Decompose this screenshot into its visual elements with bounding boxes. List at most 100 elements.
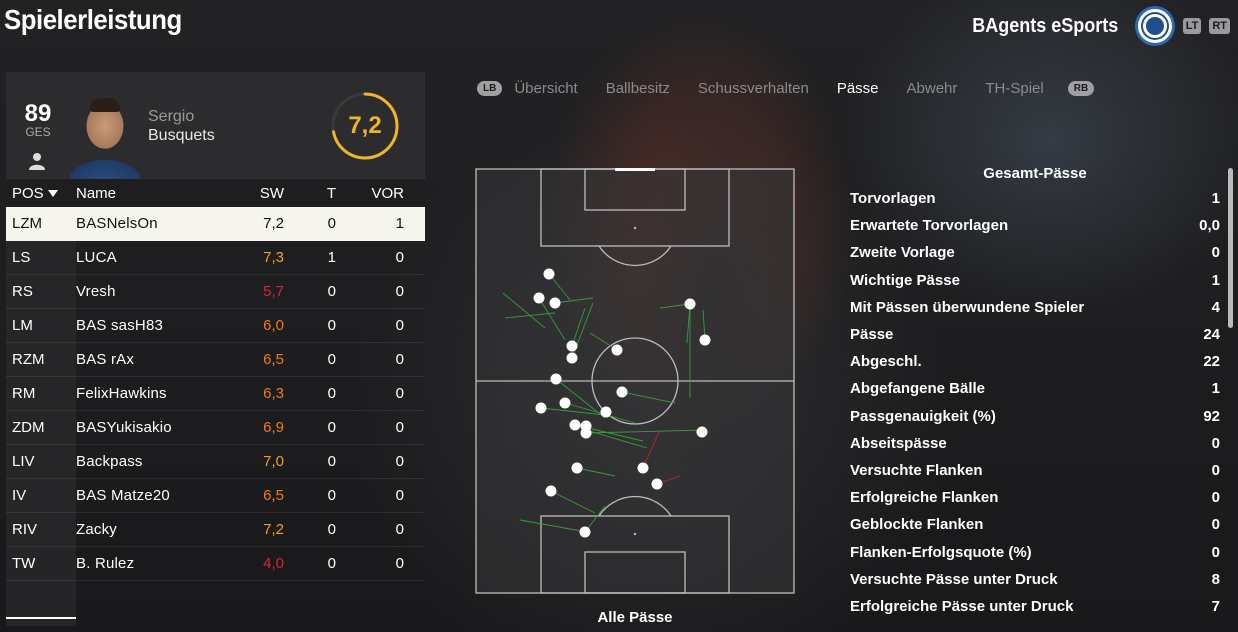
stat-value: 0 <box>1211 461 1220 479</box>
rb-button[interactable]: RB <box>1067 81 1095 96</box>
table-row[interactable]: RIV Zacky 7,2 0 0 <box>6 513 425 547</box>
stat-label: Versuchte Pässe unter Druck <box>850 570 1058 588</box>
row-goals: 0 <box>327 283 336 300</box>
stat-value: 4 <box>1211 298 1220 316</box>
row-rating: 6,0 <box>263 317 284 334</box>
row-assists: 0 <box>395 385 404 402</box>
stat-row: Mit Pässen überwundene Spieler 4 <box>846 294 1224 321</box>
stat-row: Wichtige Pässe 1 <box>846 267 1224 294</box>
row-pos: RZM <box>12 351 45 368</box>
table-row[interactable]: RS Vresh 5,7 0 0 <box>6 275 425 309</box>
overall-value: 89 <box>24 100 52 127</box>
row-name: BASYukisakio <box>76 419 172 436</box>
stat-label: Versuchte Flanken <box>850 461 983 479</box>
stat-value: 92 <box>1203 407 1220 425</box>
player-panel: 89 GES Sergio Busquets 7,2 POS Name SW T… <box>6 72 425 632</box>
row-rating: 4,0 <box>263 555 284 572</box>
row-goals: 0 <box>327 487 336 504</box>
row-assists: 0 <box>395 249 404 266</box>
table-row[interactable]: RZM BAS rAx 6,5 0 0 <box>6 343 425 377</box>
row-pos: LZM <box>12 215 42 232</box>
row-pos: TW <box>12 555 36 572</box>
overall-rating: 89 GES <box>20 100 56 139</box>
row-name: BASNelsOn <box>76 215 158 232</box>
lb-button[interactable]: LB <box>477 81 503 96</box>
match-rating: 7,2 <box>348 112 382 139</box>
row-rating: 6,5 <box>263 487 284 504</box>
tab-schussverhalten[interactable]: Schussverhalten <box>698 80 809 97</box>
table-row[interactable]: RM FelixHawkins 6,3 0 0 <box>6 377 425 411</box>
row-goals: 0 <box>327 351 336 368</box>
stat-label: Erfolgreiche Flanken <box>850 489 999 507</box>
sort-down-icon <box>47 190 58 198</box>
tab-ballbesitz[interactable]: Ballbesitz <box>606 80 670 97</box>
stat-value: 1 <box>1211 380 1220 398</box>
player-first-name: Sergio <box>148 108 195 125</box>
lt-button[interactable]: LT <box>1182 18 1202 34</box>
stat-label: Abgefangene Bälle <box>850 380 986 398</box>
row-rating: 7,2 <box>263 215 284 232</box>
stat-value: 1 <box>1211 190 1220 208</box>
table-row[interactable]: LS LUCA 7,3 1 0 <box>6 241 425 275</box>
header-pos[interactable]: POS <box>6 185 76 202</box>
table-row[interactable]: LM BAS sasH83 6,0 0 0 <box>6 309 425 343</box>
table-row[interactable]: IV BAS Matze20 6,5 0 0 <box>6 479 425 513</box>
table-row[interactable]: LIV Backpass 7,0 0 0 <box>6 445 425 479</box>
stat-value: 0 <box>1211 489 1220 507</box>
page-title: Spielerleistung <box>4 4 182 35</box>
row-goals: 1 <box>327 249 336 266</box>
row-assists: 0 <box>395 351 404 368</box>
stats-scrollbar[interactable] <box>1228 168 1233 328</box>
tab-th-spiel[interactable]: TH-Spiel <box>985 80 1043 97</box>
stat-value: 8 <box>1211 570 1220 588</box>
row-rating: 5,7 <box>263 283 284 300</box>
stat-label: Mit Pässen überwundene Spieler <box>850 298 1085 316</box>
stat-value: 0 <box>1211 434 1220 452</box>
tab-paesse[interactable]: Pässe <box>837 80 879 97</box>
row-name: BAS rAx <box>76 351 135 368</box>
stat-row: Flanken-Erfolgsquote (%) 0 <box>846 538 1224 565</box>
stat-label: Passgenauigkeit (%) <box>850 407 996 425</box>
rt-button[interactable]: RT <box>1209 18 1230 34</box>
team-area: BAgents eSports LT RT <box>956 6 1230 46</box>
stat-value: 0 <box>1211 516 1220 534</box>
header-vor[interactable]: VOR <box>358 185 412 202</box>
row-pos: RS <box>12 283 33 300</box>
stat-label: Erwartete Torvorlagen <box>850 217 1009 235</box>
row-pos: LS <box>12 249 31 266</box>
header-name[interactable]: Name <box>76 185 236 202</box>
row-goals: 0 <box>327 419 336 436</box>
row-rating: 7,2 <box>263 521 284 538</box>
overall-label: GES <box>25 125 51 139</box>
row-rating: 7,3 <box>263 249 284 266</box>
row-pos: LIV <box>12 453 35 470</box>
stat-row: Passgenauigkeit (%) 92 <box>846 403 1224 430</box>
team-crest-icon <box>1134 6 1175 46</box>
row-rating: 7,0 <box>263 453 284 470</box>
row-goals: 0 <box>327 521 336 538</box>
header-sw[interactable]: SW <box>236 185 284 202</box>
stat-label: Erfolgreiche Pässe unter Druck <box>850 597 1074 615</box>
stat-row: Erfolgreiche Flanken 0 <box>846 484 1224 511</box>
table-row[interactable]: ZDM BASYukisakio 6,9 0 0 <box>6 411 425 445</box>
row-name: LUCA <box>76 249 117 266</box>
stat-label: Flanken-Erfolgsquote (%) <box>850 543 1032 561</box>
tab-abwehr[interactable]: Abwehr <box>907 80 958 97</box>
goal-top <box>615 168 655 171</box>
stat-value: 0 <box>1211 244 1220 262</box>
stat-row: Erwartete Torvorlagen 0,0 <box>846 212 1224 239</box>
stat-row: Abgefangene Bälle 1 <box>846 375 1224 402</box>
table-body: LZM BASNelsOn 7,2 0 1 LS LUCA 7,3 1 0 RS Vresh 5,7 0 0… <box>6 207 425 581</box>
stat-label: Geblockte Flanken <box>850 516 984 534</box>
tab-uebersicht[interactable]: Übersicht <box>514 80 577 97</box>
row-pos: RM <box>12 385 36 402</box>
header-t[interactable]: T <box>284 185 358 202</box>
table-row[interactable]: LZM BASNelsOn 7,2 0 1 <box>6 207 425 241</box>
stat-label: Zweite Vorlage <box>850 244 955 262</box>
player-portrait <box>60 84 150 179</box>
row-pos: IV <box>12 487 27 504</box>
table-row[interactable]: TW B. Rulez 4,0 0 0 <box>6 547 425 581</box>
row-assists: 0 <box>395 283 404 300</box>
row-rating: 6,3 <box>263 385 284 402</box>
row-name: BAS sasH83 <box>76 317 164 334</box>
